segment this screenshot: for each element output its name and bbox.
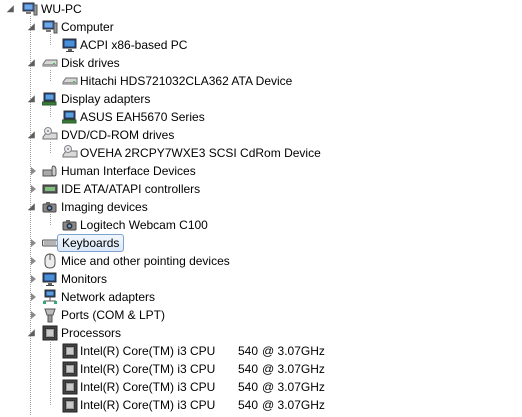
- category-label: DVD/CD-ROM drives: [61, 128, 175, 142]
- processor-icon: [62, 343, 78, 359]
- category-label: Monitors: [61, 272, 108, 286]
- display-adapter-icon: [42, 91, 58, 107]
- category-mice-and-other-pointing-devices[interactable]: Mice and other pointing devices: [0, 252, 522, 270]
- device-item[interactable]: Intel(R) Core(TM) i3 CPU 540 @ 3.07GHz: [0, 360, 522, 378]
- device-label: Intel(R) Core(TM) i3 CPU: [80, 344, 216, 358]
- device-label: ASUS EAH5670 Series: [80, 110, 205, 124]
- category-disk-drives[interactable]: Disk drives: [0, 54, 522, 72]
- device-item[interactable]: OVEHA 2RCPY7WXE3 SCSI CdRom Device: [0, 144, 522, 162]
- disk-drive-icon: [42, 55, 58, 71]
- collapse-arrow-icon[interactable]: [25, 198, 41, 216]
- cpu-speed: @ 3.07GHz: [262, 362, 325, 376]
- ide-controller-icon: [42, 181, 58, 197]
- device-item[interactable]: ASUS EAH5670 Series: [0, 108, 522, 126]
- cpu-speed: @ 3.07GHz: [262, 344, 325, 358]
- processor-icon: [62, 379, 78, 395]
- monitor-icon: [62, 37, 78, 53]
- cpu-speed: @ 3.07GHz: [262, 398, 325, 412]
- keyboard-icon: [42, 235, 58, 251]
- category-monitors[interactable]: Monitors: [0, 270, 522, 288]
- expand-arrow-icon[interactable]: [25, 270, 41, 288]
- category-label: IDE ATA/ATAPI controllers: [61, 182, 201, 196]
- camera-icon: [62, 217, 78, 233]
- expand-arrow-icon[interactable]: [25, 180, 41, 198]
- cpu-speed: @ 3.07GHz: [262, 380, 325, 394]
- category-label: Mice and other pointing devices: [61, 254, 230, 268]
- device-label: Logitech Webcam C100: [80, 218, 208, 232]
- category-ide-ata-atapi-controllers[interactable]: IDE ATA/ATAPI controllers: [0, 180, 522, 198]
- device-label: Intel(R) Core(TM) i3 CPU: [80, 362, 216, 376]
- cpu-model: 540: [238, 398, 259, 412]
- cpu-model: 540: [238, 344, 259, 358]
- category-label: Keyboards: [57, 234, 125, 252]
- expand-arrow-icon[interactable]: [25, 234, 41, 252]
- network-icon: [42, 289, 58, 305]
- expand-arrow-icon[interactable]: [25, 252, 41, 270]
- computer-icon: [22, 1, 38, 17]
- collapse-arrow-icon[interactable]: [25, 126, 41, 144]
- tree-guide-line: [50, 34, 51, 45]
- tree-root-label: WU-PC: [41, 2, 82, 16]
- tree-guide-line: [50, 70, 51, 81]
- device-label: Hitachi HDS721032CLA362 ATA Device: [80, 74, 293, 88]
- category-network-adapters[interactable]: Network adapters: [0, 288, 522, 306]
- expand-arrow-icon[interactable]: [25, 162, 41, 180]
- category-label: Processors: [61, 326, 122, 340]
- tree-guide-line: [50, 214, 51, 225]
- device-item[interactable]: Logitech Webcam C100: [0, 216, 522, 234]
- category-label: Disk drives: [61, 56, 120, 70]
- expand-arrow-icon[interactable]: [25, 306, 41, 324]
- category-display-adapters[interactable]: Display adapters: [0, 90, 522, 108]
- camera-icon: [42, 199, 58, 215]
- device-item[interactable]: Hitachi HDS721032CLA362 ATA Device: [0, 72, 522, 90]
- device-label: ACPI x86-based PC: [80, 38, 188, 52]
- cd-drive-icon: [42, 127, 58, 143]
- collapse-arrow-icon[interactable]: [25, 54, 41, 72]
- mouse-icon: [42, 253, 58, 269]
- device-label: Intel(R) Core(TM) i3 CPU: [80, 398, 216, 412]
- display-adapter-icon: [62, 109, 78, 125]
- processor-icon: [62, 397, 78, 413]
- category-label: Human Interface Devices: [61, 164, 196, 178]
- device-item[interactable]: Intel(R) Core(TM) i3 CPU 540 @ 3.07GHz: [0, 342, 522, 360]
- device-item[interactable]: Intel(R) Core(TM) i3 CPU 540 @ 3.07GHz: [0, 378, 522, 396]
- collapse-arrow-icon[interactable]: [25, 324, 41, 342]
- category-label: Network adapters: [61, 290, 156, 304]
- category-ports-com-lpt[interactable]: Ports (COM & LPT): [0, 306, 522, 324]
- cpu-model: 540: [238, 380, 259, 394]
- tree-guide-line: [50, 106, 51, 117]
- cd-drive-icon: [62, 145, 78, 161]
- expand-arrow-icon[interactable]: [25, 288, 41, 306]
- category-human-interface-devices[interactable]: Human Interface Devices: [0, 162, 522, 180]
- category-processors[interactable]: Processors: [0, 324, 522, 342]
- device-tree[interactable]: WU-PC Computer ACPI x86-based PC Disk drive…: [0, 0, 522, 417]
- device-item[interactable]: ACPI x86-based PC: [0, 36, 522, 54]
- category-dvd-cd-rom-drives[interactable]: DVD/CD-ROM drives: [0, 126, 522, 144]
- tree-guide-line: [50, 142, 51, 153]
- collapse-arrow-icon[interactable]: [25, 90, 41, 108]
- monitor-icon: [42, 271, 58, 287]
- category-label: Imaging devices: [61, 200, 148, 214]
- processor-icon: [42, 325, 58, 341]
- collapse-arrow-icon[interactable]: [25, 18, 41, 36]
- device-item[interactable]: Intel(R) Core(TM) i3 CPU 540 @ 3.07GHz: [0, 396, 522, 414]
- tree-guide-line: [50, 340, 51, 405]
- computer-icon: [42, 19, 58, 35]
- category-keyboards[interactable]: Keyboards: [0, 234, 522, 252]
- disk-drive-icon: [62, 73, 78, 89]
- device-label: Intel(R) Core(TM) i3 CPU: [80, 380, 216, 394]
- device-label: OVEHA 2RCPY7WXE3 SCSI CdRom Device: [80, 146, 321, 160]
- expand-arrow-icon[interactable]: [4, 0, 20, 18]
- category-label: Ports (COM & LPT): [61, 308, 166, 322]
- tree-root[interactable]: WU-PC: [0, 0, 522, 18]
- category-label: Computer: [61, 20, 114, 34]
- processor-icon: [62, 361, 78, 377]
- port-icon: [42, 307, 58, 323]
- category-computer[interactable]: Computer: [0, 18, 522, 36]
- category-imaging-devices[interactable]: Imaging devices: [0, 198, 522, 216]
- hid-icon: [42, 163, 58, 179]
- category-label: Display adapters: [61, 92, 151, 106]
- cpu-model: 540: [238, 362, 259, 376]
